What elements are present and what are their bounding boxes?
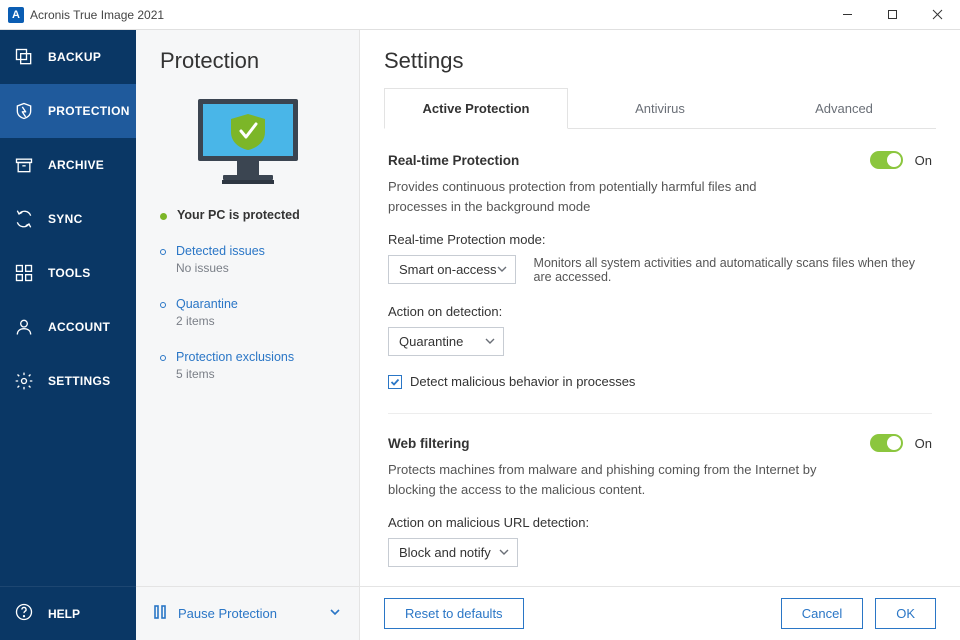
gear-icon xyxy=(14,371,34,391)
section-realtime: Real-time Protection On Provides continu… xyxy=(388,151,932,414)
window-controls xyxy=(825,0,960,30)
sidebar-item-label: HELP xyxy=(48,607,80,621)
sidebar-item-account[interactable]: ACCOUNT xyxy=(0,300,136,354)
realtime-action-value: Quarantine xyxy=(399,334,463,349)
section-web-filtering: Web filtering On Protects machines from … xyxy=(388,434,932,586)
realtime-action-select[interactable]: Quarantine xyxy=(388,327,504,356)
chevron-down-icon xyxy=(499,545,509,560)
realtime-title: Real-time Protection xyxy=(388,153,519,168)
title-left: A Acronis True Image 2021 xyxy=(8,7,164,23)
shield-icon xyxy=(14,101,34,121)
settings-tabs: Active Protection Antivirus Advanced xyxy=(384,88,936,129)
protection-panel-title: Protection xyxy=(136,30,359,84)
settings-content: Real-time Protection On Provides continu… xyxy=(360,129,960,586)
web-action-value: Block and notify xyxy=(399,545,491,560)
status-protected-label: Your PC is protected xyxy=(177,208,300,222)
sidebar-item-label: SYNC xyxy=(48,212,83,226)
sidebar-item-tools[interactable]: TOOLS xyxy=(0,246,136,300)
detect-behavior-label: Detect malicious behavior in processes xyxy=(410,374,635,389)
sidebar-item-label: PROTECTION xyxy=(48,104,130,118)
detected-issues-sub: No issues xyxy=(176,261,265,275)
sidebar-item-protection[interactable]: PROTECTION xyxy=(0,84,136,138)
app-title: Acronis True Image 2021 xyxy=(30,8,164,22)
status-dot-outline xyxy=(160,249,166,255)
detected-issues-title: Detected issues xyxy=(176,244,265,258)
sidebar-item-label: BACKUP xyxy=(48,50,101,64)
web-toggle-label: On xyxy=(915,436,932,451)
sync-icon xyxy=(14,209,34,229)
protection-panel: Protection Your PC is protected Detected… xyxy=(136,30,360,640)
monitor-illustration xyxy=(136,84,359,208)
tab-antivirus[interactable]: Antivirus xyxy=(568,88,752,128)
tools-icon xyxy=(14,263,34,283)
cancel-button[interactable]: Cancel xyxy=(781,598,863,629)
realtime-mode-value: Smart on-access xyxy=(399,262,497,277)
sidebar-item-label: SETTINGS xyxy=(48,374,110,388)
tab-active-protection[interactable]: Active Protection xyxy=(384,88,568,129)
checkbox-checked-icon xyxy=(388,375,402,389)
realtime-action-label: Action on detection: xyxy=(388,304,932,319)
reset-defaults-button[interactable]: Reset to defaults xyxy=(384,598,524,629)
help-icon xyxy=(14,602,34,625)
web-action-label: Action on malicious URL detection: xyxy=(388,515,932,530)
status-dot-outline xyxy=(160,355,166,361)
settings-footer: Reset to defaults Cancel OK xyxy=(360,586,960,640)
close-button[interactable] xyxy=(915,0,960,30)
sidebar-item-label: ACCOUNT xyxy=(48,320,110,334)
web-desc: Protects machines from malware and phish… xyxy=(388,460,818,499)
sidebar-item-sync[interactable]: SYNC xyxy=(0,192,136,246)
sidebar-item-settings[interactable]: SETTINGS xyxy=(0,354,136,408)
quarantine-title: Quarantine xyxy=(176,297,238,311)
realtime-desc: Provides continuous protection from pote… xyxy=(388,177,818,216)
sidebar-item-backup[interactable]: BACKUP xyxy=(0,30,136,84)
sidebar-item-label: TOOLS xyxy=(48,266,91,280)
chevron-down-icon xyxy=(497,262,507,277)
status-dot-outline xyxy=(160,302,166,308)
settings-panel: Settings Active Protection Antivirus Adv… xyxy=(360,30,960,640)
settings-title: Settings xyxy=(360,30,960,88)
realtime-toggle[interactable] xyxy=(870,151,903,169)
realtime-mode-select[interactable]: Smart on-access xyxy=(388,255,516,284)
sidebar-item-label: ARCHIVE xyxy=(48,158,104,172)
web-title: Web filtering xyxy=(388,436,470,451)
account-icon xyxy=(14,317,34,337)
quarantine-sub: 2 items xyxy=(176,314,238,328)
realtime-mode-hint: Monitors all system activities and autom… xyxy=(534,256,932,284)
status-protected: Your PC is protected xyxy=(160,208,341,222)
realtime-toggle-label: On xyxy=(915,153,932,168)
exclusions-title: Protection exclusions xyxy=(176,350,294,364)
detect-behavior-checkbox-row[interactable]: Detect malicious behavior in processes xyxy=(388,374,932,389)
exclusions-link[interactable]: Protection exclusions 5 items xyxy=(160,350,341,381)
sidebar-item-help[interactable]: HELP xyxy=(0,586,136,640)
sidebar-item-archive[interactable]: ARCHIVE xyxy=(0,138,136,192)
pause-protection-label: Pause Protection xyxy=(178,606,277,621)
minimize-button[interactable] xyxy=(825,0,870,30)
maximize-button[interactable] xyxy=(870,0,915,30)
chevron-down-icon xyxy=(485,334,495,349)
web-toggle[interactable] xyxy=(870,434,903,452)
backup-icon xyxy=(14,47,34,67)
quarantine-link[interactable]: Quarantine 2 items xyxy=(160,297,341,328)
detected-issues-link[interactable]: Detected issues No issues xyxy=(160,244,341,275)
tab-advanced[interactable]: Advanced xyxy=(752,88,936,128)
titlebar: A Acronis True Image 2021 xyxy=(0,0,960,30)
web-action-select[interactable]: Block and notify xyxy=(388,538,518,567)
status-dot-green xyxy=(160,213,167,220)
app-icon: A xyxy=(8,7,24,23)
chevron-down-icon xyxy=(329,606,341,621)
exclusions-sub: 5 items xyxy=(176,367,294,381)
pause-icon xyxy=(154,605,166,622)
realtime-mode-label: Real-time Protection mode: xyxy=(388,232,932,247)
archive-icon xyxy=(14,155,34,175)
pause-protection-button[interactable]: Pause Protection xyxy=(136,586,359,640)
ok-button[interactable]: OK xyxy=(875,598,936,629)
sidebar: BACKUP PROTECTION ARCHIVE SYNC xyxy=(0,30,136,640)
